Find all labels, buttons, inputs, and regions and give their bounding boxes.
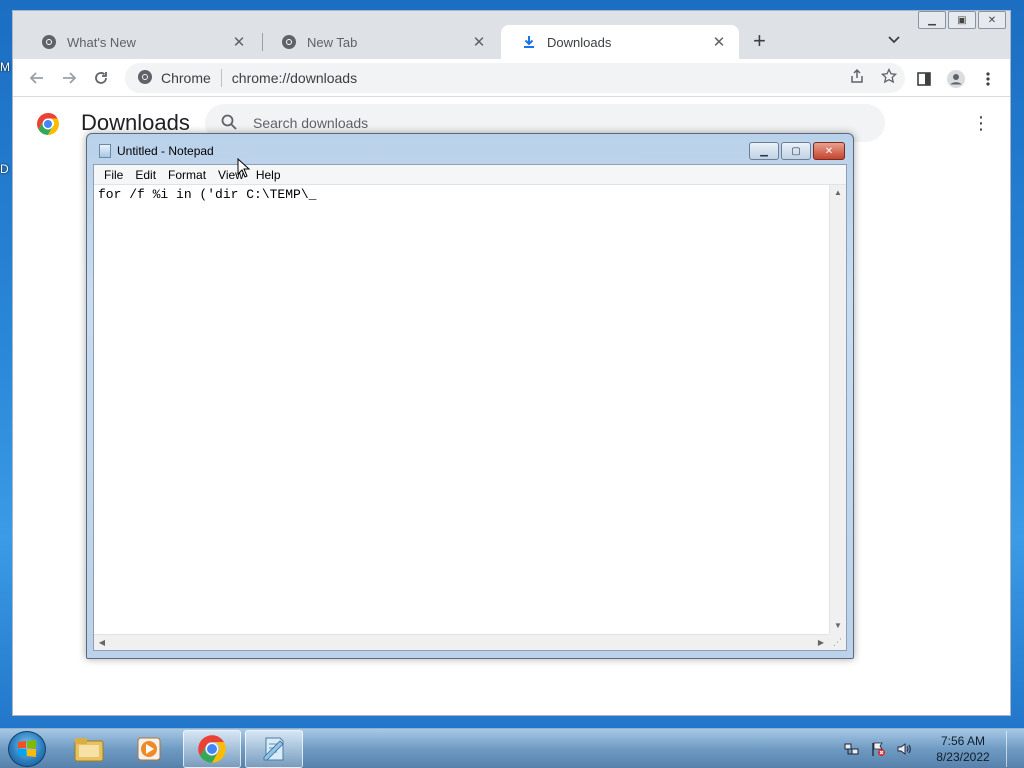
notepad-icon	[99, 144, 111, 158]
taskbar-notepad[interactable]	[245, 730, 303, 768]
side-panel-icon[interactable]	[913, 68, 935, 90]
notepad-client-area: File Edit Format View Help for /f %i in …	[93, 164, 847, 651]
close-button[interactable]: ✕	[978, 11, 1006, 29]
menu-help[interactable]: Help	[250, 168, 287, 182]
resize-grip-icon[interactable]: ⋰	[829, 634, 846, 650]
omnibox-actions	[841, 63, 905, 93]
chrome-icon	[41, 34, 57, 50]
tab-label: What's New	[67, 34, 136, 50]
system-tray: 7:56 AM 8/23/2022	[842, 731, 1016, 767]
action-center-flag-icon[interactable]	[868, 740, 888, 758]
close-button[interactable]: ✕	[813, 142, 845, 160]
forward-button[interactable]	[57, 66, 81, 90]
window-controls: ▁ ▣ ✕	[916, 11, 1006, 31]
show-desktop-button[interactable]	[1006, 731, 1016, 767]
notepad-window-controls: ▁ ▢ ✕	[747, 142, 845, 160]
notepad-icon	[263, 737, 284, 761]
menu-file[interactable]: File	[98, 168, 129, 182]
chrome-icon	[137, 69, 153, 88]
vertical-scrollbar[interactable]: ▲ ▼	[829, 185, 846, 634]
windows-logo-icon	[18, 740, 36, 757]
site-label: Chrome	[161, 70, 211, 86]
share-icon[interactable]	[841, 68, 873, 88]
notepad-window: Untitled - Notepad ▁ ▢ ✕ File Edit Forma…	[86, 133, 854, 659]
desktop-icon-label: D	[0, 162, 9, 176]
scroll-down-icon[interactable]: ▼	[830, 618, 846, 634]
notepad-titlebar[interactable]: Untitled - Notepad	[99, 142, 214, 160]
tab-label: Downloads	[547, 34, 612, 50]
notepad-text-area[interactable]: for /f %i in ('dir C:\TEMP\_	[97, 187, 828, 634]
media-player-icon	[137, 737, 161, 761]
minimize-button[interactable]: ▁	[918, 11, 946, 29]
tab-strip: ▁ ▣ ✕ What's New ✕ New Tab ✕ Downloads ✕	[13, 11, 1010, 59]
network-icon[interactable]	[842, 740, 862, 758]
taskbar-media-player[interactable]	[120, 730, 178, 768]
menu-format[interactable]: Format	[162, 168, 212, 182]
tab-search-button[interactable]	[887, 33, 901, 48]
file-explorer-icon	[74, 738, 104, 762]
scroll-left-icon[interactable]: ◀	[94, 635, 110, 651]
search-input[interactable]: Search downloads	[253, 115, 368, 131]
notepad-menubar: File Edit Format View Help	[94, 165, 846, 185]
maximize-button[interactable]: ▢	[781, 142, 811, 160]
mouse-cursor-icon	[237, 158, 251, 178]
menu-edit[interactable]: Edit	[129, 168, 162, 182]
omnibox-divider	[220, 69, 222, 87]
scroll-up-icon[interactable]: ▲	[830, 185, 846, 201]
horizontal-scrollbar[interactable]: ◀ ▶	[94, 634, 829, 650]
browser-toolbar: Chrome chrome://downloads	[13, 59, 1010, 97]
taskbar: 7:56 AM 8/23/2022	[0, 728, 1024, 768]
new-tab-button[interactable]: +	[753, 30, 766, 52]
close-icon[interactable]: ✕	[231, 33, 247, 51]
chrome-icon	[198, 735, 226, 763]
downloads-menu-button[interactable]: ⋮	[972, 114, 990, 132]
clock[interactable]: 7:56 AM 8/23/2022	[928, 733, 998, 765]
clock-time: 7:56 AM	[940, 734, 986, 748]
close-icon[interactable]: ✕	[711, 33, 727, 51]
chrome-icon	[281, 34, 297, 50]
bookmark-star-icon[interactable]	[873, 67, 905, 88]
close-icon[interactable]: ✕	[471, 33, 487, 51]
url-text[interactable]: chrome://downloads	[232, 70, 357, 86]
tab-new-tab[interactable]: New Tab ✕	[261, 25, 499, 59]
start-button[interactable]	[8, 731, 46, 767]
tab-downloads[interactable]: Downloads ✕	[501, 25, 739, 59]
search-icon	[221, 114, 237, 133]
taskbar-file-explorer[interactable]	[60, 730, 118, 768]
profile-avatar-icon[interactable]	[945, 68, 967, 90]
download-icon	[521, 34, 537, 50]
desktop-icon-label: M	[0, 60, 10, 74]
clock-date: 8/23/2022	[936, 750, 990, 764]
chrome-logo-icon	[36, 112, 60, 136]
omnibox[interactable]: Chrome chrome://downloads	[125, 63, 905, 93]
volume-icon[interactable]	[894, 740, 914, 758]
reload-button[interactable]	[89, 66, 113, 90]
back-button[interactable]	[25, 66, 49, 90]
scroll-right-icon[interactable]: ▶	[813, 635, 829, 651]
taskbar-chrome[interactable]	[183, 730, 241, 768]
window-title: Untitled - Notepad	[117, 144, 214, 158]
kebab-menu-icon[interactable]	[977, 68, 999, 90]
tab-label: New Tab	[307, 34, 358, 50]
minimize-button[interactable]: ▁	[749, 142, 779, 160]
maximize-button[interactable]: ▣	[948, 11, 976, 29]
tab-whats-new[interactable]: What's New ✕	[21, 25, 259, 59]
